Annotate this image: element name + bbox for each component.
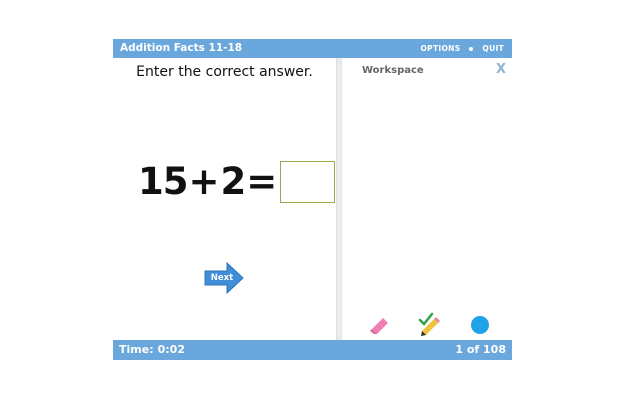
eraser-tool[interactable] <box>366 310 394 338</box>
operand-1: 15 <box>138 160 188 203</box>
answer-input[interactable] <box>280 161 336 203</box>
timer: Time: 0:02 <box>119 343 185 356</box>
bottom-bar: Time: 0:02 1 of 108 <box>113 340 512 360</box>
next-button[interactable]: Next <box>203 262 245 294</box>
top-bar: Addition Facts 11-18 OPTIONS QUIT <box>113 39 512 58</box>
operand-2: 2 <box>220 160 247 203</box>
equation: 15 + 2 = <box>138 160 336 204</box>
workspace-panel[interactable]: Workspace X <box>342 58 512 340</box>
menu-separator-dot <box>469 46 474 51</box>
instruction-text: Enter the correct answer. <box>136 64 313 80</box>
next-label: Next <box>210 273 234 283</box>
pencil-check-icon <box>418 312 440 336</box>
app-title: Addition Facts 11-18 <box>120 42 243 54</box>
time-value: 0:02 <box>157 343 185 356</box>
math-practice-app: Addition Facts 11-18 OPTIONS QUIT Enter … <box>113 39 512 360</box>
problem-panel: Enter the correct answer. 15 + 2 = Next <box>113 58 336 340</box>
close-workspace-button[interactable]: X <box>496 62 506 77</box>
progress-counter: 1 of 108 <box>455 343 506 356</box>
top-menu: OPTIONS QUIT <box>420 44 504 53</box>
options-link[interactable]: OPTIONS <box>420 44 460 53</box>
color-circle-icon <box>471 316 489 334</box>
quit-link[interactable]: QUIT <box>482 44 504 53</box>
pencil-check-tool[interactable] <box>416 310 444 338</box>
workspace-tools <box>360 310 510 338</box>
eraser-icon <box>370 318 388 334</box>
time-label: Time: <box>119 343 154 356</box>
equals-sign: = <box>246 160 278 203</box>
plus-sign: + <box>188 160 220 203</box>
color-picker-tool[interactable] <box>466 310 494 338</box>
workspace-title: Workspace <box>362 65 424 76</box>
